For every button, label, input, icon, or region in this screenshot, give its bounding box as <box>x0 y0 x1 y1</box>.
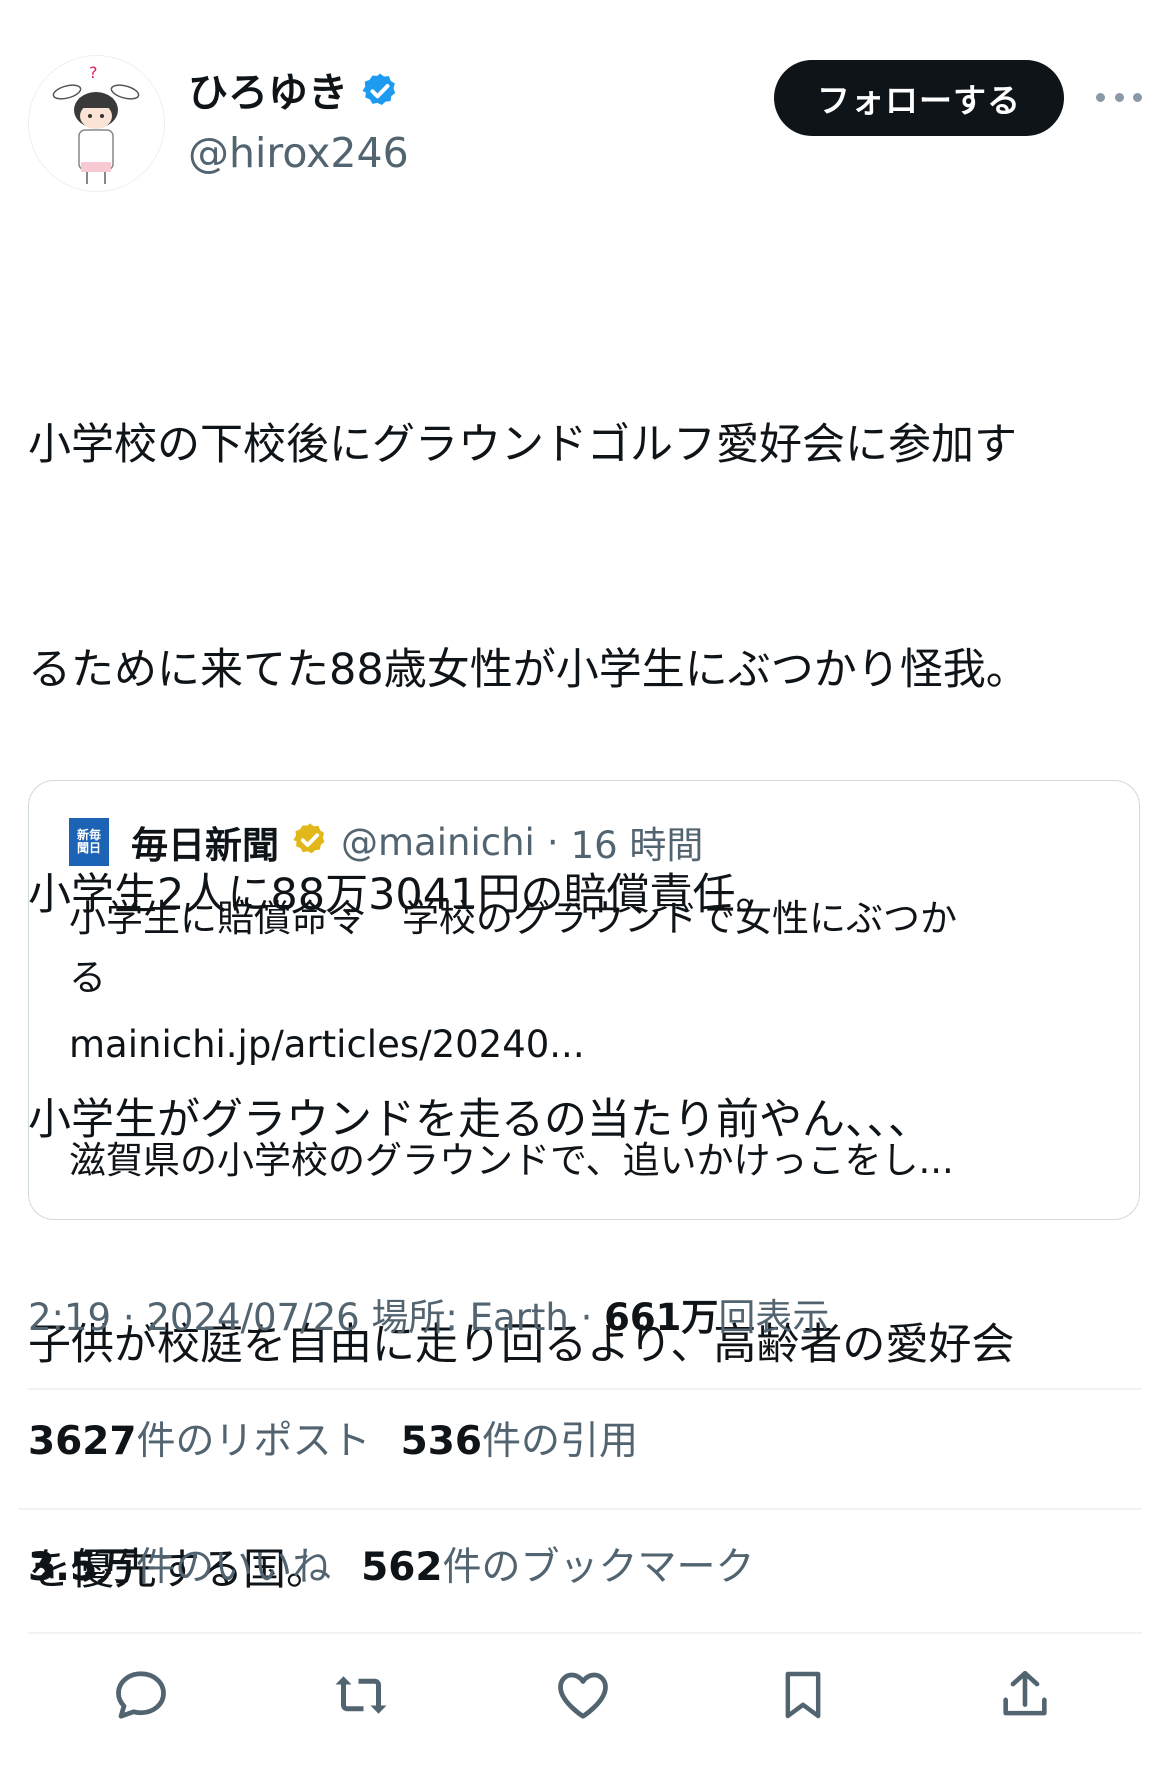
reply-icon[interactable] <box>106 1660 176 1730</box>
share-icon[interactable] <box>990 1660 1060 1730</box>
quoted-body-line: 小学生に賠償命令 学校のグラウンドで女性にぶつか <box>69 897 957 940</box>
likes-stat[interactable]: 3.5万件のいいね <box>28 1545 331 1590</box>
mainichi-logo-avatar[interactable]: 新毎 聞日 <box>69 818 109 866</box>
quoted-author-name[interactable]: 毎日新聞 <box>131 815 279 869</box>
quoted-body-line: る <box>69 956 106 999</box>
quotes-count: 536 <box>400 1419 482 1464</box>
verified-badge-icon <box>360 71 400 115</box>
like-heart-icon[interactable] <box>548 1660 618 1730</box>
bookmarks-label: 件のブックマーク <box>442 1545 755 1590</box>
article-snippet: 滋賀県の小学校のグラウンドで、追いかけっこをし... <box>69 1139 954 1182</box>
reposts-stat[interactable]: 3627件のリポスト <box>28 1419 371 1464</box>
svg-text:?: ? <box>89 63 98 82</box>
quoted-author-handle[interactable]: @mainichi <box>341 821 535 864</box>
quotes-stat[interactable]: 536件の引用 <box>401 1419 638 1464</box>
quoted-tweet-body: 小学生に賠償命令 学校のグラウンドで女性にぶつか る <box>69 889 1099 1007</box>
tweet-time[interactable]: 2:19 <box>28 1296 111 1339</box>
divider <box>18 1508 1142 1510</box>
gold-verified-badge-icon <box>291 821 329 863</box>
bookmarks-count: 562 <box>361 1545 443 1590</box>
views-count: 661万 <box>604 1296 719 1339</box>
tweet-date[interactable]: 2024/07/26 <box>146 1296 359 1339</box>
author-avatar[interactable]: ? <box>28 55 165 192</box>
views-label: 回表示 <box>718 1296 830 1339</box>
quoted-tweet-card[interactable]: 新毎 聞日 毎日新聞 @mainichi · 16 時間 小学生に賠償命令 学校… <box>28 780 1140 1220</box>
dot-separator: · <box>546 820 559 864</box>
quoted-tweet-time: 16 時間 <box>570 824 704 867</box>
article-link[interactable]: mainichi.jp/articles/20240... <box>69 1015 585 1075</box>
action-bar <box>0 1650 1170 1740</box>
author-handle[interactable]: @hirox246 <box>188 127 409 179</box>
bookmarks-stat[interactable]: 562件のブックマーク <box>361 1545 754 1590</box>
bookmark-icon[interactable] <box>768 1660 838 1730</box>
retweet-icon[interactable] <box>326 1660 396 1730</box>
tweet-line: 小学校の下校後にグラウンドゴルフ愛好会に参加す <box>28 420 1017 470</box>
reposts-count: 3627 <box>28 1419 137 1464</box>
reposts-quotes-row: 3627件のリポスト 536件の引用 <box>28 1414 638 1470</box>
tweet-line: るために来てた88歳女性が小学生にぶつかり怪我。 <box>28 645 1029 695</box>
dot-separator: · <box>580 1296 605 1339</box>
divider <box>28 1632 1142 1634</box>
more-options-icon[interactable] <box>1096 85 1142 109</box>
tweet-header: ? ひろゆき @hirox246 フォローする <box>28 55 1142 195</box>
reposts-label: 件のリポスト <box>136 1419 371 1464</box>
quoted-tweet-header: 新毎 聞日 毎日新聞 @mainichi · 16 時間 <box>69 817 703 867</box>
tweet-location: 場所: Earth <box>371 1296 569 1339</box>
quotes-label: 件の引用 <box>481 1419 638 1464</box>
likes-count: 3.5万 <box>28 1545 137 1590</box>
likes-bookmarks-row: 3.5万件のいいね 562件のブックマーク <box>28 1540 755 1596</box>
author-display-name[interactable]: ひろゆき <box>188 69 348 117</box>
follow-button[interactable]: フォローする <box>774 60 1064 136</box>
tweet-meta: 2:19 · 2024/07/26 場所: Earth · 661万回表示 <box>28 1290 829 1346</box>
author-name-row[interactable]: ひろゆき <box>188 69 400 117</box>
likes-label: 件のいいね <box>136 1545 332 1590</box>
dot-separator: · <box>122 1296 147 1339</box>
divider <box>28 1388 1142 1390</box>
